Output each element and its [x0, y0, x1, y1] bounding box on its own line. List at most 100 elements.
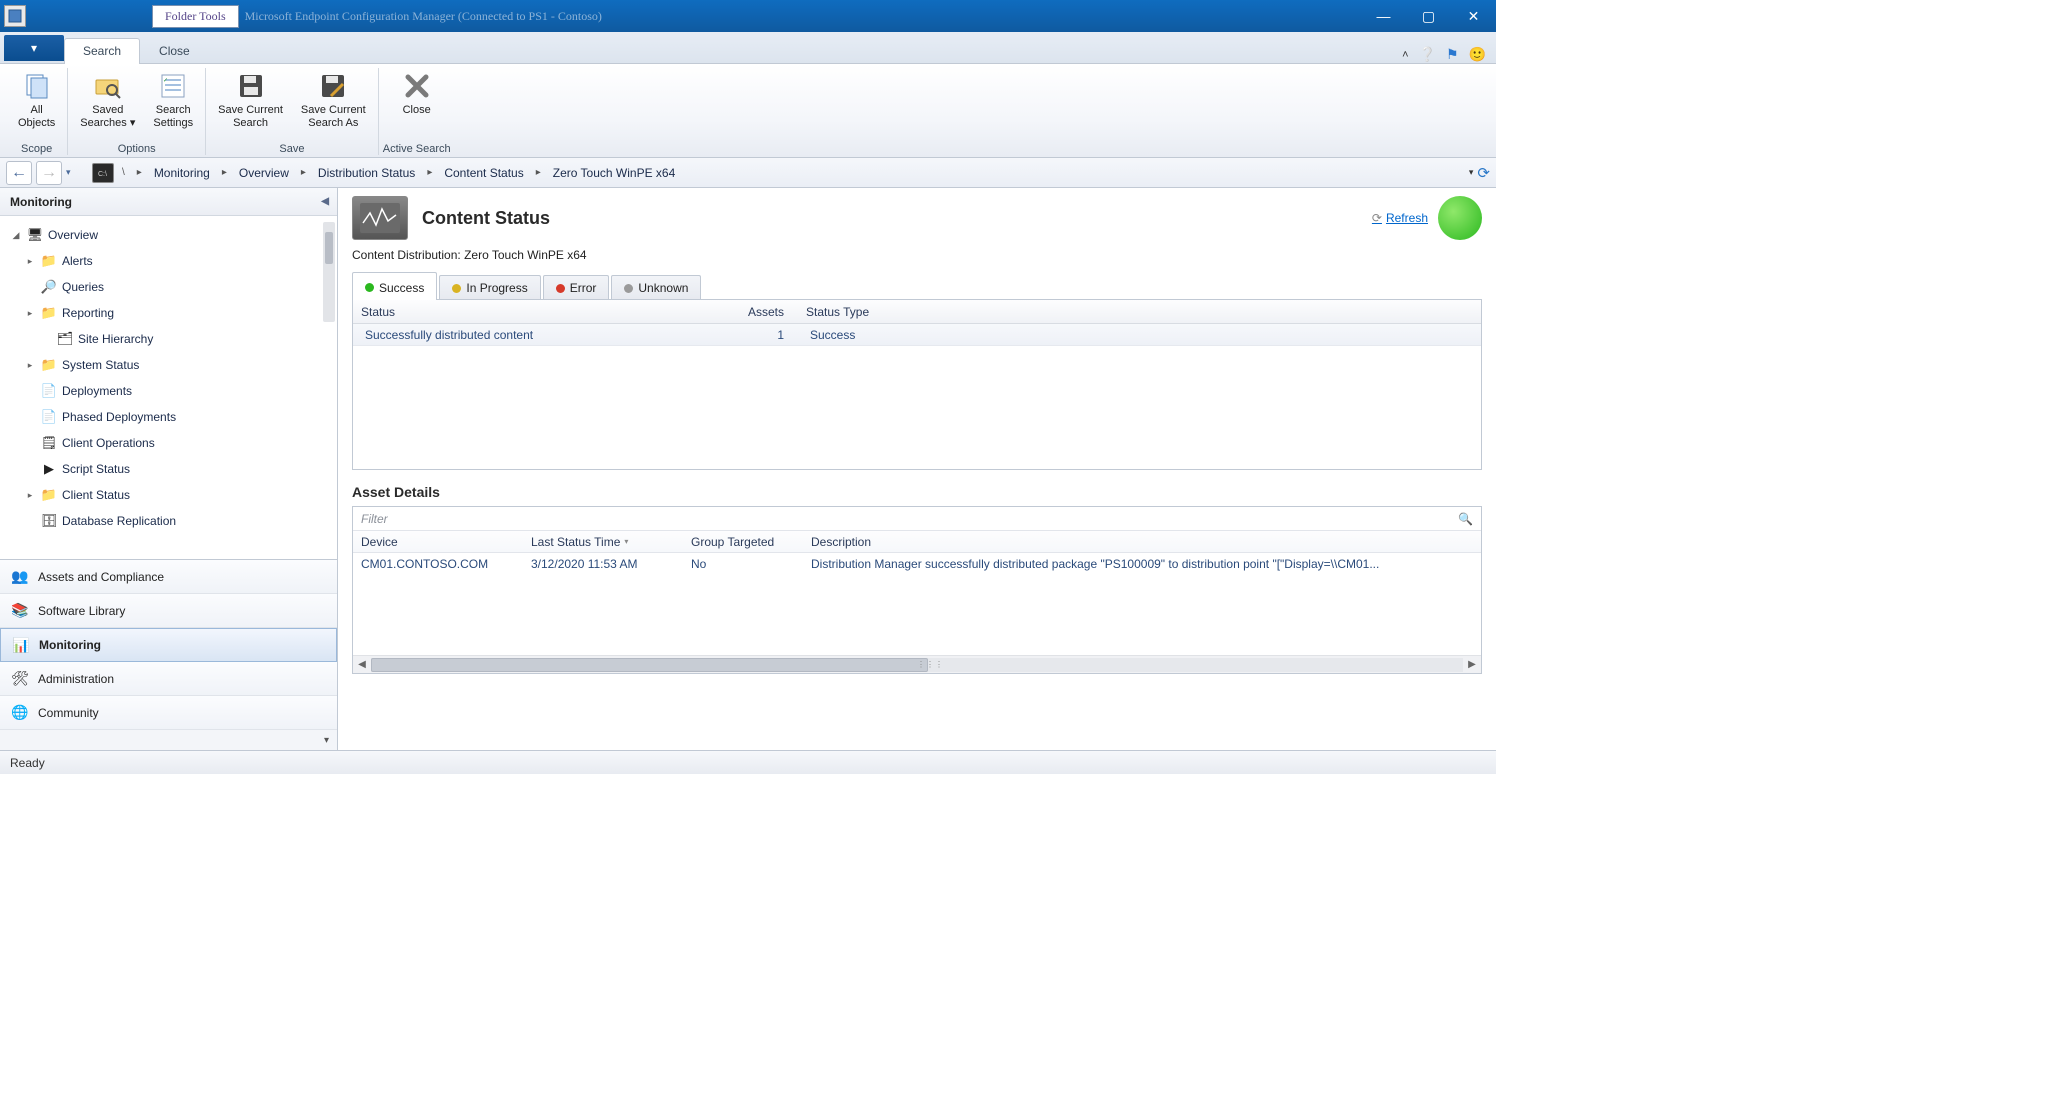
ribbon-group-options: SavedSearches ▾ ✓ SearchSettings Options — [68, 68, 206, 155]
column-header-group-targeted[interactable]: Group Targeted — [683, 535, 803, 549]
workspace-item[interactable]: 🌐Community — [0, 696, 337, 730]
chevron-right-icon[interactable]: ▸ — [532, 167, 545, 178]
status-tab[interactable]: In Progress — [439, 275, 540, 299]
ribbon-button-save-current-search[interactable]: Save CurrentSearch — [210, 68, 291, 141]
ribbon-button-label: Save CurrentSearch — [218, 104, 283, 130]
scroll-left-icon[interactable]: ◀ — [353, 659, 371, 670]
breadcrumb-item[interactable]: Zero Touch WinPE x64 — [549, 162, 680, 184]
nav-back-button[interactable]: ← — [6, 161, 32, 185]
ribbon-button-label: SearchSettings — [153, 104, 193, 130]
tree-item[interactable]: 📄Phased Deployments — [0, 404, 337, 430]
horizontal-scrollbar[interactable]: ◀ ⋮⋮⋮ ▶ — [353, 655, 1481, 673]
tree-item[interactable]: ▶Script Status — [0, 456, 337, 482]
breadcrumb-dropdown[interactable]: ▾ — [1469, 167, 1474, 178]
ribbon-button-label: Save CurrentSearch As — [301, 104, 366, 130]
breadcrumb-item[interactable]: Monitoring — [150, 162, 214, 184]
tree-item[interactable]: ◢🖥Overview — [0, 222, 337, 248]
grid-row[interactable]: Successfully distributed content 1 Succe… — [353, 324, 1481, 346]
chevron-right-icon[interactable]: ▸ — [297, 167, 310, 178]
cell-description: Distribution Manager successfully distri… — [803, 557, 1481, 571]
refresh-link[interactable]: ⟳ Refresh — [1372, 211, 1428, 225]
flag-icon[interactable]: ⚑ — [1446, 46, 1459, 63]
tree-item[interactable]: 🔎Queries — [0, 274, 337, 300]
column-header-device[interactable]: Device — [353, 535, 523, 549]
asset-row[interactable]: CM01.CONTOSO.COM 3/12/2020 11:53 AM No D… — [353, 553, 1481, 575]
chevron-right-icon[interactable]: ▸ — [423, 167, 436, 178]
page-title: Content Status — [422, 208, 550, 229]
ribbon-button-search-settings[interactable]: ✓ SearchSettings — [145, 68, 201, 141]
tree-expander-icon[interactable]: ▸ — [24, 490, 36, 501]
refresh-icon: ⟳ — [1372, 211, 1382, 225]
ribbon: AllObjects Scope SavedSearches ▾ ✓ Searc… — [0, 64, 1496, 158]
tree-expander-icon[interactable]: ▸ — [24, 360, 36, 371]
ribbon-collapse-caret[interactable]: ˄ — [1402, 49, 1408, 61]
maximize-button[interactable]: ▢ — [1406, 0, 1451, 32]
breadcrumb-item[interactable]: Distribution Status — [314, 162, 419, 184]
column-header-status-type[interactable]: Status Type — [798, 305, 1481, 319]
column-header-description[interactable]: Description — [803, 535, 1481, 549]
tree-expander-icon[interactable]: ◢ — [10, 230, 22, 241]
chevron-right-icon[interactable]: ▸ — [133, 167, 146, 178]
file-menu-button[interactable]: ▾ — [4, 35, 64, 61]
tree-node-label: Client Status — [62, 488, 130, 502]
close-window-button[interactable]: ✕ — [1451, 0, 1496, 32]
tree-expander-icon[interactable]: ▸ — [24, 308, 36, 319]
ribbon-button-saved-searches[interactable]: SavedSearches ▾ — [72, 68, 143, 141]
column-header-assets[interactable]: Assets — [738, 305, 798, 319]
ribbon-button-all-objects[interactable]: AllObjects — [10, 68, 63, 141]
workspace-item[interactable]: 👥Assets and Compliance — [0, 560, 337, 594]
context-tab-folder-tools[interactable]: Folder Tools — [152, 5, 239, 28]
workspace-item[interactable]: 📚Software Library — [0, 594, 337, 628]
nav-history-dropdown[interactable]: ▾ — [66, 167, 82, 178]
help-icon[interactable]: ❔ — [1419, 46, 1436, 63]
status-dot-icon — [624, 284, 633, 293]
sidebar-collapse-icon[interactable]: ◀ — [321, 196, 329, 207]
chevron-right-icon[interactable]: ▸ — [218, 167, 231, 178]
scroll-thumb[interactable] — [371, 658, 928, 672]
tree-item[interactable]: 🗒Client Operations — [0, 430, 337, 456]
tree-expander-icon[interactable]: ▸ — [24, 256, 36, 267]
asset-filter-row[interactable]: Filter 🔍 — [353, 507, 1481, 531]
minimize-button[interactable]: ― — [1361, 0, 1406, 32]
workspace-item[interactable]: 📊Monitoring — [0, 628, 337, 662]
workspace-icon: 👥 — [10, 568, 30, 585]
ribbon-tab-search[interactable]: Search — [64, 38, 140, 64]
workspace-item[interactable]: 🛠Administration — [0, 662, 337, 696]
folder-search-icon — [92, 70, 124, 102]
breadcrumb-item[interactable]: Content Status — [440, 162, 527, 184]
ribbon-group-active-search: Close Active Search — [379, 68, 455, 155]
ribbon-button-close-search[interactable]: Close — [393, 68, 441, 141]
tree-item[interactable]: 🗄Database Replication — [0, 508, 337, 534]
tree-item[interactable]: ▸📁System Status — [0, 352, 337, 378]
tree-item[interactable]: ▸📁Client Status — [0, 482, 337, 508]
search-icon[interactable]: 🔍 — [1458, 512, 1473, 526]
tree-item[interactable]: 🗂Site Hierarchy — [0, 326, 337, 352]
status-tab[interactable]: Unknown — [611, 275, 701, 299]
ribbon-button-save-current-search-as[interactable]: Save CurrentSearch As — [293, 68, 374, 141]
breadcrumb-root-icon[interactable]: C:\ — [92, 163, 114, 183]
tree-node-label: Client Operations — [62, 436, 155, 450]
column-header-last-status-time[interactable]: Last Status Time▾ — [523, 535, 683, 549]
scroll-track[interactable]: ⋮⋮⋮ — [371, 658, 1463, 672]
ribbon-button-label: Close — [403, 104, 431, 117]
tree-item[interactable]: 📄Deployments — [0, 378, 337, 404]
breadcrumb-item[interactable]: Overview — [235, 162, 293, 184]
tree-item[interactable]: ▸📁Alerts — [0, 248, 337, 274]
feedback-icon[interactable]: 🙂 — [1469, 46, 1486, 63]
tree-item[interactable]: ▸📁Reporting — [0, 300, 337, 326]
cell-assets: 1 — [738, 328, 798, 342]
checklist-icon: ✓ — [157, 70, 189, 102]
workspace-footer[interactable]: ▾ — [0, 730, 337, 750]
tree-node-label: Alerts — [62, 254, 93, 268]
tree-scrollbar[interactable]: ▼ — [323, 222, 335, 322]
breadcrumb-refresh-icon[interactable]: ⟳ — [1477, 164, 1490, 182]
status-tab[interactable]: Success — [352, 272, 437, 300]
status-tab[interactable]: Error — [543, 275, 610, 299]
column-header-status[interactable]: Status — [353, 305, 738, 319]
ribbon-tab-close[interactable]: Close — [140, 38, 209, 63]
close-x-icon — [401, 70, 433, 102]
nav-forward-button[interactable]: → — [36, 161, 62, 185]
scroll-right-icon[interactable]: ▶ — [1463, 659, 1481, 670]
tree-node-icon: 📄 — [40, 383, 58, 399]
content-status-icon — [352, 196, 408, 240]
